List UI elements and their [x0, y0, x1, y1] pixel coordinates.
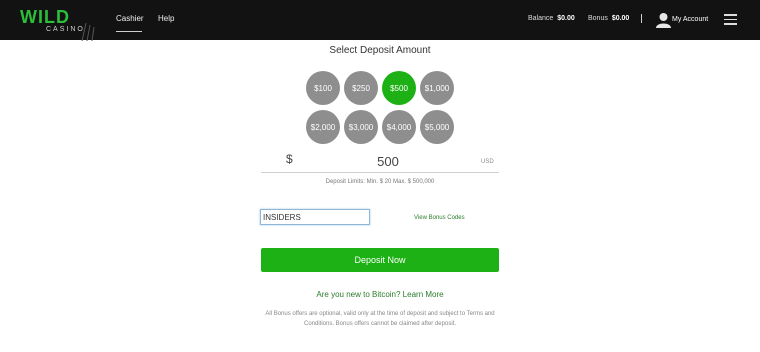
deposit-now-button[interactable]: Deposit Now — [261, 248, 499, 272]
menu-line — [724, 23, 737, 25]
amount-button-250[interactable]: $250 — [344, 71, 378, 105]
bitcoin-learn-more-link[interactable]: Are you new to Bitcoin? Learn More — [0, 290, 760, 299]
amount-button-500-selected[interactable]: $500 — [382, 71, 416, 105]
amount-button-3000[interactable]: $3,000 — [344, 110, 378, 144]
bonus-code-input[interactable] — [260, 209, 370, 225]
balance-value: $0.00 — [557, 15, 575, 22]
logo-claw-icon — [81, 22, 95, 41]
header-divider — [641, 14, 642, 23]
bonus-display: Bonus $0.00 — [588, 15, 629, 22]
logo-main-text: WILD — [20, 7, 70, 27]
nav-active-underline — [116, 31, 142, 32]
currency-code: USD — [481, 159, 494, 165]
amount-button-5000[interactable]: $5,000 — [420, 110, 454, 144]
nav-help-link[interactable]: Help — [158, 14, 174, 23]
bonus-disclaimer-text: All Bonus offers are optional, valid onl… — [265, 311, 495, 327]
wild-casino-logo[interactable]: WILD CASINO — [20, 7, 95, 41]
amount-button-4000[interactable]: $4,000 — [382, 110, 416, 144]
view-bonus-codes-link[interactable]: View Bonus Codes — [414, 215, 465, 221]
deposit-limits-text: Deposit Limits: Min. $ 20 Max. $ 500,000 — [325, 179, 435, 185]
currency-symbol: $ — [286, 152, 293, 166]
bonus-value: $0.00 — [611, 15, 630, 22]
amount-button-1000[interactable]: $1,000 — [420, 71, 454, 105]
amount-button-2000[interactable]: $2,000 — [306, 110, 340, 144]
bonus-label: Bonus — [588, 15, 608, 22]
top-navigation-bar: WILD CASINO Cashier Help Balance $0.00 B… — [0, 0, 760, 41]
amount-underline — [261, 172, 499, 173]
deposit-amount-input[interactable] — [300, 150, 476, 172]
my-account-link[interactable]: My Account — [672, 16, 708, 23]
menu-line — [724, 18, 737, 20]
menu-line — [724, 14, 737, 16]
hamburger-menu-icon[interactable] — [724, 14, 737, 25]
balance-display: Balance $0.00 — [528, 15, 575, 22]
balance-label: Balance — [528, 15, 554, 22]
amount-button-100[interactable]: $100 — [306, 71, 340, 105]
user-avatar-icon[interactable] — [656, 12, 671, 28]
nav-cashier-link[interactable]: Cashier — [116, 14, 144, 23]
deposit-amount-title: Select Deposit Amount — [329, 45, 431, 56]
